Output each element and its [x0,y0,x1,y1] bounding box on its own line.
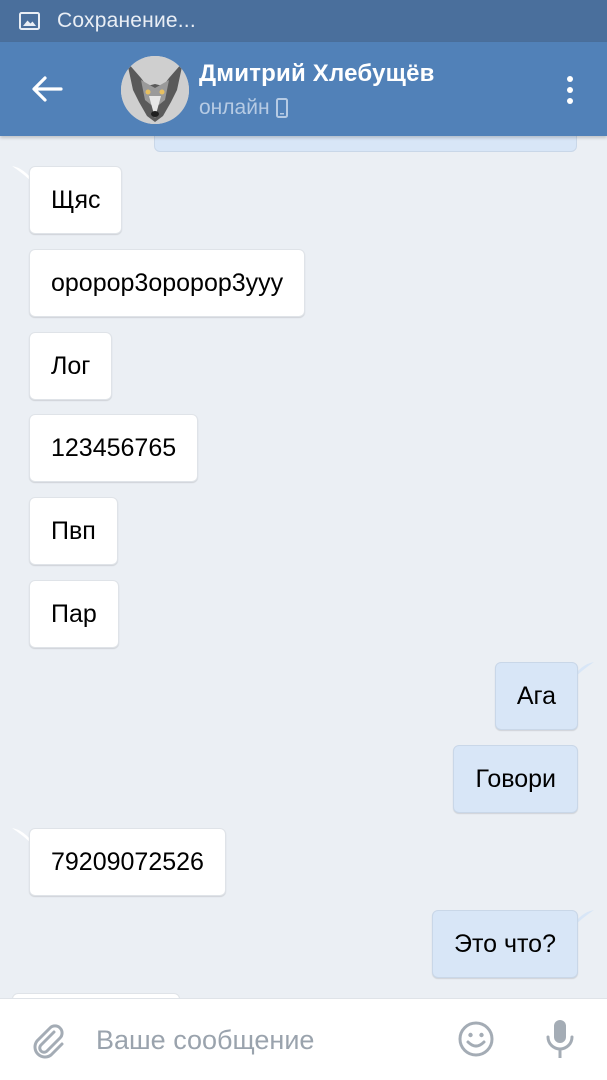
chat-header: Дмитрий Хлебущёв онлайн [0,42,607,136]
microphone-icon [546,1020,574,1058]
message-bubble-partial [154,136,577,152]
contact-name[interactable]: Дмитрий Хлебущёв [199,60,435,88]
message-bubble-outgoing[interactable]: Говори [453,745,578,813]
message-text: Лог [51,351,91,380]
message-bubble-outgoing[interactable]: Это что? [432,910,578,978]
phone-icon [275,98,288,118]
message-list[interactable]: Щяс оророр3оророр3ууу Лог 123456765 Пвп … [0,136,607,998]
message-text: Пар [51,599,97,628]
back-button[interactable] [22,68,72,110]
message-text: Щяс [51,185,101,214]
message-bubble-incoming[interactable]: Пар [29,580,119,648]
image-icon [19,12,40,30]
more-button[interactable] [552,68,588,112]
message-text: Пвп [51,516,96,545]
composer [0,998,607,1080]
smiley-icon [458,1021,494,1057]
status-text: Сохранение... [57,9,196,32]
paperclip-icon [33,1024,64,1059]
message-bubble-incoming[interactable]: оророр3оророр3ууу [29,249,306,317]
message-text: Это что? [454,929,556,958]
status-label: онлайн [199,96,270,119]
contact-status: онлайн [199,96,288,120]
message-bubble-incoming[interactable]: 123456765 [29,414,199,482]
message-text: Говори [475,764,556,793]
message-bubble-outgoing[interactable]: Ага [494,662,578,730]
message-bubble-incoming[interactable]: 79209072526 [29,828,226,896]
wolf-avatar-image [121,56,189,124]
more-vertical-icon [567,76,573,82]
avatar[interactable] [121,56,189,124]
message-text: Ага [516,681,556,710]
arrow-left-icon [32,76,63,102]
message-bubble-incoming[interactable]: Лог [29,332,113,400]
message-bubble-incoming[interactable]: Щяс [29,166,123,234]
status-bar: Сохранение... [0,0,607,42]
message-text: 79209072526 [51,847,204,876]
message-bubble-incoming[interactable]: Пвп [29,497,118,565]
emoji-button[interactable] [456,1019,496,1059]
message-input[interactable] [96,1017,426,1063]
message-text: 123456765 [51,433,177,462]
attach-button[interactable] [28,1021,68,1061]
microphone-button[interactable] [543,1017,577,1061]
message-text: оророр3оророр3ууу [51,268,284,297]
